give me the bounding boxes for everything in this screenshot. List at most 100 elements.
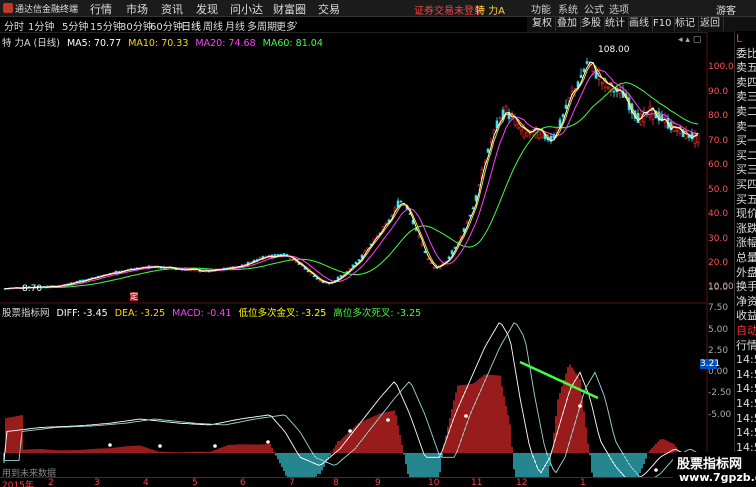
golden-cross-value: 低位多次金叉: -3.25 bbox=[238, 308, 327, 319]
candle-body bbox=[525, 132, 529, 137]
peak-price-label: 108.00 bbox=[598, 45, 630, 55]
indicator-value-box: 3.21 bbox=[700, 359, 721, 369]
main-y-tick: 50.0 bbox=[708, 184, 729, 195]
side-panel-item: 14:5 bbox=[736, 382, 756, 396]
cross-marker bbox=[348, 429, 352, 433]
date-tick: 6 bbox=[240, 478, 246, 487]
watermark-url: www.7gpzb.com bbox=[679, 471, 756, 484]
side-panel-item: 净资 bbox=[736, 294, 756, 308]
date-tick: 2 bbox=[48, 478, 54, 487]
candle-body bbox=[339, 275, 343, 278]
macd-value: MACD: -0.41 bbox=[172, 308, 232, 319]
side-panel-item: 买四 bbox=[736, 178, 756, 191]
ding-marker: 定 bbox=[130, 292, 138, 301]
candle-body bbox=[312, 275, 316, 278]
side-panel-item: 14:5 bbox=[736, 367, 756, 381]
side-panel-item: 买一 bbox=[736, 134, 756, 148]
watermark: 股票指标网 www.7gpzb.com bbox=[673, 452, 756, 487]
date-tick: 11 bbox=[471, 478, 483, 487]
tdx-terminal-window: 通达信金融终端 行情 市场 资讯 发现 问小达 财富圈 交易 证券交易未登录 特… bbox=[0, 0, 756, 487]
cross-marker bbox=[464, 414, 468, 418]
ma5-value: MA5: 70.77 bbox=[66, 38, 122, 49]
candle-body bbox=[606, 86, 610, 89]
ma60-value: MA60: 81.04 bbox=[262, 38, 323, 49]
chart-control-icons[interactable]: ◂ ▴ ▢ bbox=[678, 35, 701, 45]
candle-body bbox=[420, 243, 424, 246]
side-panel-item: 换手 bbox=[736, 280, 756, 294]
side-panel-item: 买二 bbox=[736, 148, 756, 162]
candle-body bbox=[426, 258, 430, 260]
kline-chart-canvas[interactable] bbox=[0, 0, 734, 478]
side-panel-item: 总量 bbox=[736, 251, 756, 264]
side-panel-item: 14:5 bbox=[736, 397, 756, 410]
candle-body bbox=[582, 68, 586, 72]
main-y-tick: 90.0 bbox=[708, 86, 729, 97]
date-tick: 8 bbox=[333, 478, 339, 487]
side-panel-item[interactable]: 自动 bbox=[736, 325, 756, 337]
date-tick: 1 bbox=[580, 478, 586, 487]
candle-body bbox=[522, 128, 526, 138]
ma10-value: MA10: 70.33 bbox=[128, 38, 189, 49]
chart-title: 特 力A (日线) bbox=[2, 38, 60, 49]
ma5-line bbox=[5, 62, 699, 289]
candle-body bbox=[513, 117, 517, 126]
cross-marker bbox=[578, 404, 582, 408]
candle-body bbox=[276, 254, 280, 256]
side-panel-item: 委比 bbox=[736, 46, 756, 60]
indicator-name[interactable]: 股票指标网 bbox=[2, 308, 50, 319]
date-axis: 2015年 2 3 4 5 6 7 8 9 10 11 12 1 bbox=[0, 477, 734, 487]
date-tick: 12 bbox=[516, 478, 528, 487]
ma10-line bbox=[5, 62, 699, 289]
side-panel-item: 卖五 bbox=[736, 61, 756, 75]
candle-body bbox=[471, 207, 475, 210]
candle-body bbox=[351, 264, 355, 267]
candle-body bbox=[450, 250, 454, 255]
side-panel-item: 涨幅 bbox=[736, 236, 756, 250]
date-tick: 10 bbox=[428, 478, 440, 487]
side-panel-item: 买五 bbox=[736, 192, 756, 206]
side-panel-item: 14:5 bbox=[736, 426, 756, 440]
candle-body bbox=[417, 235, 421, 238]
death-cross-value: 高位多次死叉: -3.25 bbox=[333, 308, 422, 319]
cross-marker bbox=[158, 444, 162, 448]
candle-body bbox=[399, 200, 403, 203]
main-y-tick: 60.0 bbox=[708, 160, 729, 170]
side-panel-item: 卖三 bbox=[736, 90, 756, 104]
main-y-tick: 40.0 bbox=[708, 209, 729, 219]
side-panel-item: 收益 bbox=[736, 309, 756, 323]
indicator-y-tick: 2.50 bbox=[708, 345, 729, 356]
candle-body bbox=[648, 105, 652, 118]
dea-value: DEA: -3.25 bbox=[114, 308, 166, 319]
date-tick: 7 bbox=[289, 478, 295, 487]
side-panel-item[interactable]: L bbox=[736, 33, 742, 45]
main-y-tick: 80.0 bbox=[708, 111, 729, 121]
candle-body bbox=[498, 117, 502, 119]
candle-body bbox=[477, 184, 481, 187]
indicator-y-tick: 5.00 bbox=[708, 324, 729, 335]
candle-body bbox=[468, 214, 472, 217]
candle-body bbox=[561, 114, 565, 117]
side-panel-item: 卖一 bbox=[736, 119, 756, 133]
side-panel-item: 卖四 bbox=[736, 75, 756, 89]
side-panel-item: 买三 bbox=[736, 163, 756, 177]
candle-body bbox=[357, 259, 361, 262]
candle-body bbox=[675, 130, 679, 132]
indicator-y-tick: -5.00 bbox=[708, 409, 732, 420]
candle-body bbox=[432, 266, 436, 269]
side-panel-item: 现价 bbox=[736, 207, 756, 221]
side-panel-item[interactable]: 行情 bbox=[736, 339, 756, 352]
candle-body bbox=[564, 104, 568, 109]
candle-body bbox=[486, 148, 490, 153]
ma20-value: MA20: 74.68 bbox=[195, 38, 256, 49]
indicator-y-tick: -2.50 bbox=[708, 388, 732, 399]
low-price-label: 8.70 bbox=[22, 284, 43, 294]
watermark-title: 股票指标网 bbox=[677, 457, 743, 472]
candle-body bbox=[600, 81, 604, 84]
date-tick: 5 bbox=[192, 478, 198, 487]
cross-marker bbox=[108, 443, 112, 447]
date-tick: 3 bbox=[94, 478, 100, 487]
candle-body bbox=[429, 262, 433, 264]
candle-body bbox=[516, 124, 520, 129]
cross-marker bbox=[654, 468, 658, 472]
date-tick: 9 bbox=[375, 478, 381, 487]
